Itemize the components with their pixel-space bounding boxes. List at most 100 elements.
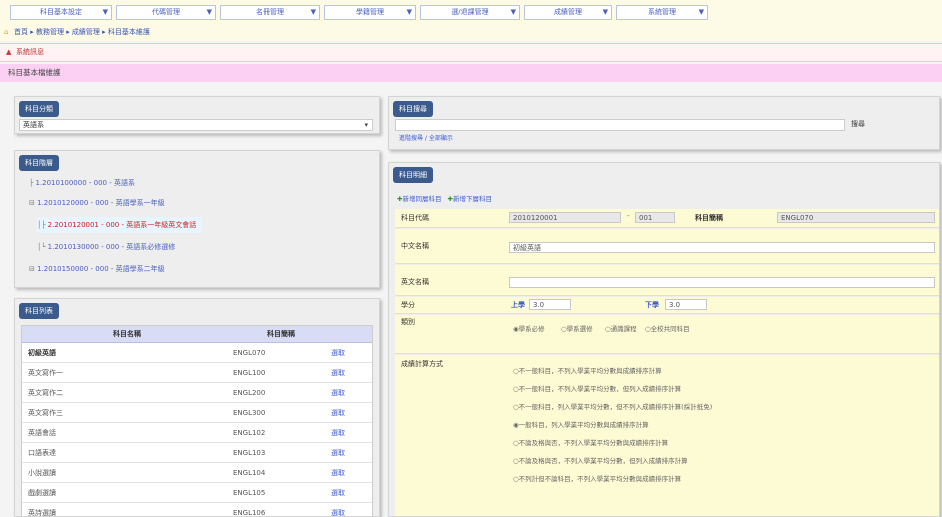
chevron-down-icon: ▼: [311, 6, 316, 19]
cell-abbr: ENGL100: [232, 363, 330, 383]
cell-name: 口語表達: [22, 443, 232, 463]
subject-detail-tab: 科目明細: [393, 167, 433, 183]
credit-down-label: 下學: [645, 300, 659, 310]
menu-roster-management[interactable]: 名冊管理▼: [220, 5, 320, 20]
grading-radio[interactable]: ◉一般科目，列入學業平均分數與成績排序計算: [513, 419, 649, 429]
grading-radio[interactable]: ○不一般科目，不列入學業平均分數與成績排序計算: [513, 365, 662, 375]
select-link[interactable]: 選取: [330, 463, 372, 483]
select-link[interactable]: 選取: [330, 343, 372, 363]
notice-bar: ▲ 系統訊息: [0, 43, 942, 62]
subject-table: 科目名稱 科目簡稱 初級英語ENGL070選取 英文寫作一ENGL100選取 英…: [22, 326, 372, 517]
tree-node-label: 1.2010120000 - 000 - 英語學系一年級: [37, 199, 165, 207]
cell-abbr: ENGL070: [232, 343, 330, 363]
add-sub-level-link[interactable]: 新增下層科目: [453, 195, 492, 203]
table-row[interactable]: 英文寫作三ENGL300選取: [22, 403, 372, 423]
category-select[interactable]: 英語系 ▾: [19, 119, 373, 131]
menu-course-selection[interactable]: 選/退課管理▼: [420, 5, 520, 20]
option-label: 學系必修: [519, 325, 545, 333]
cell-abbr: ENGL200: [232, 383, 330, 403]
category-select-value: 英語系: [23, 120, 44, 130]
menu-system-management[interactable]: 系統管理 ▼: [616, 5, 708, 20]
chevron-down-icon: ▼: [699, 6, 704, 19]
table-header-row: 科目名稱 科目簡稱: [22, 326, 372, 343]
breadcrumb-text[interactable]: 首頁 ▸ 教務管理 ▸ 成績管理 ▸ 科目基本維護: [14, 24, 150, 41]
category-radio[interactable]: ○學系選修: [561, 323, 593, 333]
menu-code-management[interactable]: 代碼管理 ▼: [116, 5, 216, 20]
tree-node-label: 1.2010130000 - 000 - 英語系必修選修: [48, 243, 176, 251]
grading-radio[interactable]: ○不一般科目，列入學業平均分數，但不列入成績排序計算(採計抵免): [513, 401, 712, 411]
table-row[interactable]: 戲劇選讀ENGL105選取: [22, 483, 372, 503]
category-radio[interactable]: ◉學系必修: [513, 323, 545, 333]
grading-label: 成績計算方式: [401, 359, 443, 369]
add-same-level-link[interactable]: 新增同層科目: [402, 195, 441, 203]
table-row[interactable]: 口語表達ENGL103選取: [22, 443, 372, 463]
option-label: 不論及格與否，不列入學業平均分數，但列入成績排序計算: [519, 457, 688, 465]
search-panel: 科目搜尋 搜尋 進階搜尋 / 全部顯示: [388, 96, 940, 150]
credit-down-field[interactable]: 3.0: [665, 299, 707, 310]
subject-detail-panel: 科目明細 ✚新增同層科目 ✚新增下層科目 科目代碼 2010120001 - 0…: [388, 162, 940, 517]
chevron-down-icon: ▼: [103, 6, 108, 19]
table-row[interactable]: 小說選讀ENGL104選取: [22, 463, 372, 483]
chevron-down-icon: ▼: [207, 6, 212, 19]
credit-up-field[interactable]: 3.0: [529, 299, 571, 310]
grading-radio[interactable]: ○不論及格與否，不列入學業平均分數，但列入成績排序計算: [513, 455, 688, 465]
column-header-name[interactable]: 科目名稱: [22, 326, 232, 343]
menu-registration-management[interactable]: 學籍管理▼: [324, 5, 416, 20]
tree-node[interactable]: ⊟ 1.2010120000 - 000 - 英語學系一年級: [29, 195, 165, 211]
hierarchy-panel: 科目階層 ├ 1.2010100000 - 000 - 英語系 ⊟ 1.2010…: [14, 150, 380, 288]
search-input[interactable]: [395, 119, 845, 131]
grading-radio[interactable]: ○不一般科目，不列入學業平均分數，但列入成績排序計算: [513, 383, 681, 393]
table-row[interactable]: 英文寫作二ENGL200選取: [22, 383, 372, 403]
ename-label: 英文名稱: [401, 277, 429, 287]
select-link[interactable]: 選取: [330, 423, 372, 443]
grading-radio[interactable]: ○不列計但不論科目，不列入學業平均分數與成績排序計算: [513, 473, 681, 483]
select-link[interactable]: 選取: [330, 483, 372, 503]
column-header-abbr[interactable]: 科目簡稱: [232, 326, 330, 343]
code-separator: -: [627, 212, 630, 220]
collapse-icon[interactable]: ⊟: [29, 265, 35, 273]
grading-radio[interactable]: ○不論及格與否，不列入學業平均分數與成績排序計算: [513, 437, 668, 447]
tree-node[interactable]: │└ 1.2010130000 - 000 - 英語系必修選修: [37, 239, 175, 255]
select-link[interactable]: 選取: [330, 403, 372, 423]
select-link[interactable]: 選取: [330, 443, 372, 463]
page-title: 科目基本檔維護: [8, 64, 61, 82]
category-radio[interactable]: ○通識課程: [605, 323, 637, 333]
table-row[interactable]: 初級英語ENGL070選取: [22, 343, 372, 363]
cname-field[interactable]: 初級英語: [509, 242, 935, 253]
menu-label: 選/退課管理: [451, 8, 488, 16]
code-suffix-field[interactable]: 001: [635, 212, 675, 223]
form-row-grading: 成績計算方式 ○不一般科目，不列入學業平均分數與成績排序計算 ○不一般科目，不列…: [395, 355, 939, 517]
tree-node[interactable]: ⊟ 1.2010150000 - 000 - 英語學系二年級: [29, 261, 165, 277]
menu-label: 代碼管理: [152, 8, 180, 16]
page-title-bar: 科目基本檔維護: [0, 64, 942, 82]
option-label: 學系選修: [567, 325, 593, 333]
search-links[interactable]: 進階搜尋 / 全部顯示: [399, 133, 453, 142]
abbr-field[interactable]: ENGL070: [777, 212, 935, 223]
menu-label: 科目基本設定: [40, 8, 82, 16]
option-label: 不一般科目，不列入學業平均分數，但列入成績排序計算: [519, 385, 682, 393]
menu-label: 系統管理: [648, 8, 676, 16]
code-field[interactable]: 2010120001: [509, 212, 621, 223]
tree-node[interactable]: ├ 1.2010100000 - 000 - 英語系: [29, 175, 135, 191]
notice-text: 系統訊息: [16, 44, 44, 61]
select-link[interactable]: 選取: [330, 363, 372, 383]
cell-name: 英文寫作三: [22, 403, 232, 423]
breadcrumb: ⌂ 首頁 ▸ 教務管理 ▸ 成績管理 ▸ 科目基本維護: [0, 24, 942, 41]
cell-name: 英語會話: [22, 423, 232, 443]
menu-grade-management[interactable]: 成績管理▼: [524, 5, 612, 20]
menu-subject-settings[interactable]: 科目基本設定 ▼: [10, 5, 112, 20]
tree-node-selected[interactable]: │├ 2.2010120001 - 000 - 英語系一年級英文會話: [37, 217, 202, 233]
table-row[interactable]: 英文寫作一ENGL100選取: [22, 363, 372, 383]
option-label: 不一般科目，不列入學業平均分數與成績排序計算: [519, 367, 662, 375]
chevron-down-icon: ▼: [407, 6, 412, 19]
category-label: 類別: [401, 317, 415, 327]
category-radio[interactable]: ○全校共同科目: [645, 323, 690, 333]
form-row-credit: 學分 上學 3.0 下學 3.0: [395, 297, 939, 314]
home-icon[interactable]: ⌂: [4, 24, 8, 41]
tree-node-label: 1.2010150000 - 000 - 英語學系二年級: [37, 265, 165, 273]
search-button[interactable]: 搜尋: [851, 119, 865, 129]
collapse-icon[interactable]: ⊟: [29, 199, 35, 207]
select-link[interactable]: 選取: [330, 383, 372, 403]
table-row[interactable]: 英語會話ENGL102選取: [22, 423, 372, 443]
ename-field[interactable]: [509, 277, 935, 288]
